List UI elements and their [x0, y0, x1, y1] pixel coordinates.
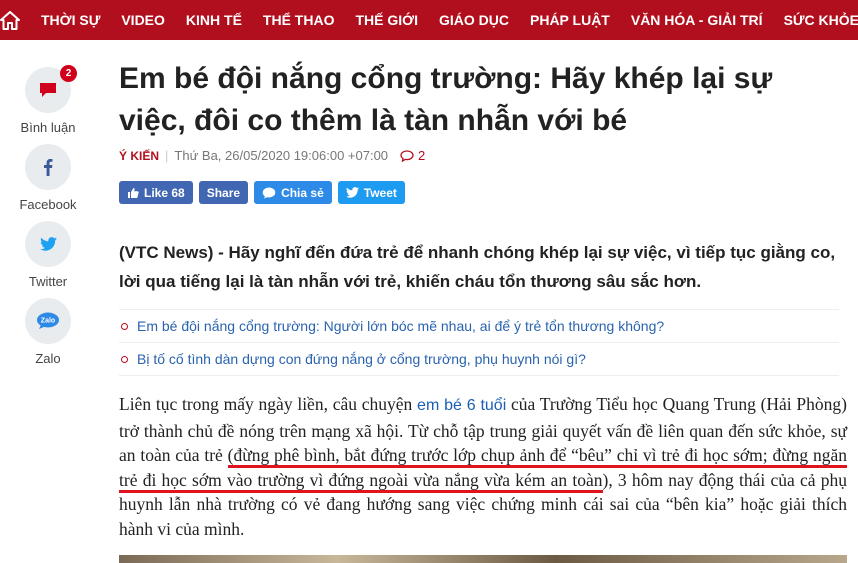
- zalo-label: Zalo: [35, 351, 61, 366]
- body-text-1: Liên tục trong mấy ngày liền, câu chuyện: [119, 394, 418, 414]
- facebook-label: Facebook: [19, 197, 77, 212]
- zalo-icon-text: Zalo: [41, 318, 55, 325]
- comment-count: 2: [418, 148, 426, 163]
- nav-item[interactable]: THẾ GIỚI: [334, 12, 418, 28]
- comments-label: Bình luận: [20, 120, 76, 135]
- comment-bubble-icon: [400, 149, 414, 162]
- twitter-bird-icon: [345, 187, 359, 198]
- meta-separator: |: [165, 148, 169, 163]
- inline-article-link[interactable]: em bé 6 tuổi: [417, 397, 506, 414]
- zalo-share-button[interactable]: Chia sẻ: [254, 181, 332, 204]
- nav-item[interactable]: KINH TẾ: [165, 12, 242, 28]
- thumbs-up-icon: [128, 187, 139, 198]
- article-image: [119, 555, 847, 563]
- nav-item[interactable]: THỂ THAO: [242, 12, 335, 28]
- bullet-circle-icon: [121, 322, 128, 330]
- share-label: Share: [206, 185, 241, 200]
- facebook-like-button[interactable]: Like 68: [119, 181, 193, 204]
- bullet-circle-icon: [121, 355, 128, 363]
- related-link[interactable]: Em bé đội nắng cổng trường: Người lớn bó…: [119, 310, 839, 343]
- article-meta: Ý KIẾN | Thứ Ba, 26/05/2020 19:06:00 +07…: [119, 148, 425, 163]
- tweet-label: Tweet: [363, 185, 397, 200]
- comment-icon: [40, 83, 56, 97]
- publish-datetime: Thứ Ba, 26/05/2020 19:06:00 +07:00: [174, 148, 389, 163]
- twitter-label: Twitter: [28, 274, 68, 289]
- nav-item[interactable]: THỜI SỰ: [20, 12, 100, 28]
- nav-item[interactable]: VĂN HÓA - GIẢI TRÍ: [610, 12, 763, 28]
- home-icon: [0, 10, 20, 30]
- comments-count-badge: 2: [60, 65, 77, 82]
- zalo-share-label: Chia sẻ: [281, 185, 324, 200]
- nav-item[interactable]: VIDEO: [100, 12, 165, 28]
- nav-menu: THỜI SỰ VIDEO KINH TẾ THỂ THAO THẾ GIỚI GIÁO …: [20, 0, 858, 40]
- facebook-button[interactable]: [25, 144, 71, 190]
- home-button[interactable]: [0, 0, 20, 40]
- comments-button[interactable]: 2: [25, 65, 77, 113]
- top-navigation: THỜI SỰ VIDEO KINH TẾ THỂ THAO THẾ GIỚI GIÁO …: [0, 0, 858, 40]
- zalo-share-item[interactable]: Zalo Zalo: [25, 298, 71, 366]
- article-body-paragraph: Liên tục trong mấy ngày liền, câu chuyện…: [119, 392, 848, 541]
- zalo-icon: Zalo: [37, 312, 59, 329]
- related-link-text: Em bé đội nắng cổng trường: Người lớn bó…: [137, 318, 665, 334]
- tweet-button[interactable]: Tweet: [337, 181, 405, 204]
- nav-item[interactable]: PHÁP LUẬT: [509, 12, 610, 28]
- related-links: Em bé đội nắng cổng trường: Người lớn bó…: [119, 309, 839, 376]
- facebook-share-button[interactable]: Share: [198, 181, 249, 204]
- zalo-small-icon: [262, 187, 276, 198]
- article-title: Em bé đội nắng cổng trường: Hãy khép lại…: [119, 62, 773, 137]
- nav-item[interactable]: GIÁO DỤC: [418, 12, 509, 28]
- share-buttons: Like 68 Share Chia sẻ Tweet: [119, 181, 411, 204]
- related-link[interactable]: Bị tố cố tình dàn dựng con đứng nắng ở c…: [119, 343, 839, 376]
- zalo-button[interactable]: Zalo: [25, 298, 71, 344]
- comments-share-item[interactable]: 2 Bình luận: [21, 65, 77, 135]
- category-link[interactable]: Ý KIẾN: [119, 149, 159, 163]
- like-label: Like 68: [144, 185, 185, 200]
- twitter-share-item[interactable]: Twitter: [25, 221, 71, 289]
- article-lead: (VTC News) - Hãy nghĩ đến đứa trẻ để nha…: [119, 243, 836, 291]
- facebook-share-item[interactable]: Facebook: [19, 144, 77, 212]
- nav-item[interactable]: SỨC KHỎE: [763, 12, 858, 28]
- twitter-button[interactable]: [25, 221, 71, 267]
- comment-count-link[interactable]: 2: [400, 148, 425, 163]
- related-link-text: Bị tố cố tình dàn dựng con đứng nắng ở c…: [137, 351, 586, 367]
- twitter-icon: [39, 237, 57, 251]
- facebook-icon: [44, 159, 53, 176]
